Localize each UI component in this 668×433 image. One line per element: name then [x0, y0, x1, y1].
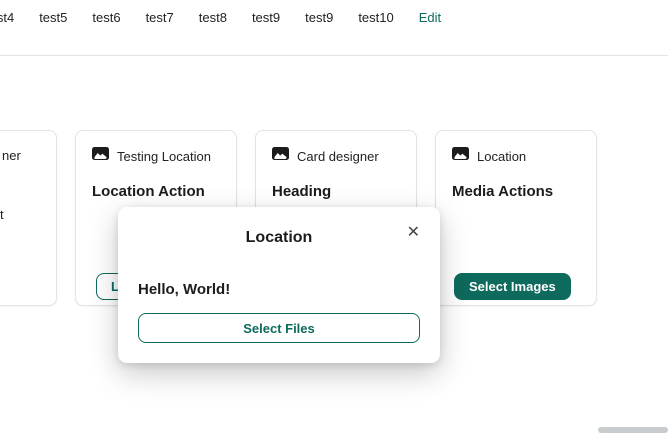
edit-link[interactable]: Edit: [419, 10, 441, 25]
tab-bar: test4 test5 test6 test7 test8 test9 test…: [0, 10, 441, 25]
card-partial: ner t: [0, 130, 57, 306]
dialog-title: Location: [245, 229, 313, 246]
card-text-fragment: t: [0, 207, 4, 222]
tab-test9-b[interactable]: test9: [305, 10, 333, 25]
card-label: Card designer: [297, 148, 379, 164]
card-heading: Media Actions: [452, 183, 554, 200]
tab-test8[interactable]: test8: [199, 10, 227, 25]
select-files-button[interactable]: Select Files: [138, 313, 420, 343]
horizontal-scrollbar-thumb[interactable]: [598, 427, 668, 433]
media-icon: [452, 147, 469, 165]
card-label-fragment: ner: [2, 148, 21, 163]
tab-test4[interactable]: test4: [0, 10, 14, 25]
header-divider: [0, 55, 668, 56]
tab-test7[interactable]: test7: [146, 10, 174, 25]
card-label-row: Location: [452, 147, 526, 165]
card-label: Location: [477, 148, 527, 164]
card-location: Location Media Actions Select Images: [435, 130, 597, 306]
page: test4 test5 test6 test7 test8 test9 test…: [0, 0, 668, 433]
select-images-button[interactable]: Select Images: [454, 273, 571, 300]
card-label-row: Card designer: [272, 147, 379, 165]
card-label: Testing Location: [117, 148, 211, 164]
dialog-body-text: Hello, World!: [138, 281, 231, 298]
card-heading: Location Action: [92, 183, 205, 200]
media-icon: [272, 147, 289, 165]
media-icon: [92, 147, 109, 165]
tab-test10[interactable]: test10: [358, 10, 393, 25]
tab-test5[interactable]: test5: [39, 10, 67, 25]
card-label-row: Testing Location: [92, 147, 211, 165]
tab-test6[interactable]: test6: [92, 10, 120, 25]
tab-test9-a[interactable]: test9: [252, 10, 280, 25]
location-dialog: Location ✕ Hello, World! Select Files: [118, 207, 440, 363]
close-icon[interactable]: ✕: [403, 221, 424, 245]
card-heading: Heading: [272, 183, 332, 200]
